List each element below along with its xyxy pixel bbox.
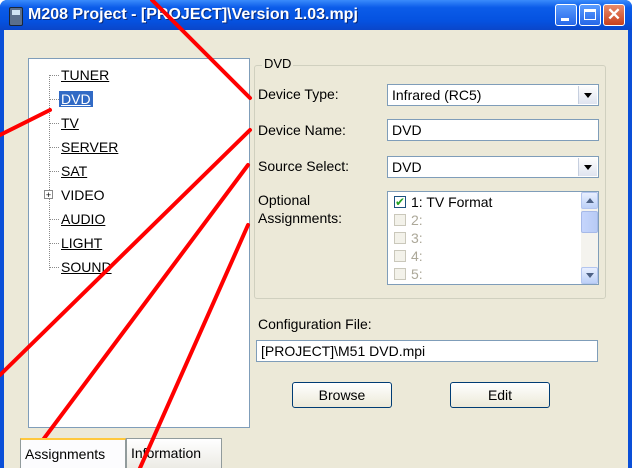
checkbox-checked-icon[interactable] [394, 194, 406, 210]
tree-item-server[interactable]: SERVER [61, 139, 118, 155]
title-bar[interactable]: M208 Project - [PROJECT]\Version 1.03.mp… [0, 0, 632, 30]
checkbox-icon [394, 268, 406, 280]
tree-connector [49, 147, 59, 148]
tab-strip: Assignments Information [20, 438, 620, 468]
checkbox-icon [394, 250, 406, 262]
config-file-label: Configuration File: [258, 316, 372, 332]
assignment-label: 5: [411, 266, 423, 282]
tree-connector [49, 171, 59, 172]
checkbox-icon [394, 232, 406, 244]
tree-item-tv[interactable]: TV [61, 115, 79, 131]
device-type-select[interactable]: Infrared (RC5) [387, 84, 599, 106]
tab-information[interactable]: Information [126, 438, 222, 468]
source-select-label: Source Select: [258, 158, 350, 174]
tree-connector [49, 75, 59, 76]
assignment-label: 3: [411, 230, 423, 246]
group-legend: DVD [262, 56, 294, 71]
device-type-label: Device Type: [258, 86, 339, 102]
assignment-label: 4: [411, 248, 423, 264]
vertical-scrollbar[interactable] [581, 192, 598, 284]
browse-button[interactable]: Browse [292, 382, 392, 408]
source-select[interactable]: DVD [387, 156, 599, 178]
scrollbar-thumb[interactable] [581, 211, 598, 233]
maximize-button[interactable] [579, 4, 601, 26]
device-name-label: Device Name: [258, 122, 346, 138]
tree-connector [49, 219, 59, 220]
config-file-field[interactable]: [PROJECT]\M51 DVD.mpi [256, 340, 598, 362]
maximize-icon [584, 9, 596, 20]
app-icon[interactable] [9, 7, 23, 26]
edit-button[interactable]: Edit [450, 382, 550, 408]
dropdown-arrow-icon[interactable] [578, 86, 597, 104]
device-type-value: Infrared (RC5) [392, 87, 482, 103]
minimize-button[interactable] [555, 4, 577, 26]
tree-item-dvd[interactable]: DVD [59, 91, 93, 107]
device-name-value: DVD [392, 122, 422, 138]
optional-label: Optional [258, 192, 311, 208]
minimize-icon [561, 18, 569, 21]
device-tree[interactable]: TUNER DVD TV SERVER SAT + VIDEO AUDIO LI… [28, 58, 250, 428]
tree-item-light[interactable]: LIGHT [61, 235, 102, 251]
source-select-value: DVD [392, 159, 422, 175]
optional-assignments-list[interactable]: 1: TV Format 2: 3: 4: 5: [387, 191, 599, 285]
tree-item-audio[interactable]: AUDIO [61, 211, 105, 227]
tree-connector [49, 267, 59, 268]
assignment-label: 2: [411, 212, 423, 228]
dropdown-arrow-icon[interactable] [578, 158, 597, 176]
assignment-label: 1: TV Format [411, 194, 493, 210]
tree-connector [49, 99, 59, 100]
window-title: M208 Project - [PROJECT]\Version 1.03.mp… [28, 6, 358, 23]
expand-icon[interactable]: + [44, 190, 53, 200]
checkbox-icon [394, 214, 406, 226]
close-button[interactable]: ✕ [603, 4, 625, 26]
scroll-down-icon[interactable] [581, 267, 598, 284]
tree-item-sat[interactable]: SAT [61, 163, 87, 179]
tree-connector [49, 243, 59, 244]
tree-item-video[interactable]: VIDEO [61, 187, 105, 203]
device-name-field[interactable]: DVD [387, 119, 599, 141]
tree-item-sound[interactable]: SOUND [61, 259, 112, 275]
app-window: M208 Project - [PROJECT]\Version 1.03.mp… [0, 0, 632, 468]
assignments-label: Assignments: [258, 210, 343, 226]
tree-item-tuner[interactable]: TUNER [61, 67, 109, 83]
tree-connector [49, 123, 59, 124]
scroll-up-icon[interactable] [581, 192, 598, 209]
config-file-value: [PROJECT]\M51 DVD.mpi [261, 343, 426, 359]
tree-connector [49, 75, 50, 270]
close-icon: ✕ [606, 5, 622, 24]
tab-assignments[interactable]: Assignments [20, 438, 126, 468]
